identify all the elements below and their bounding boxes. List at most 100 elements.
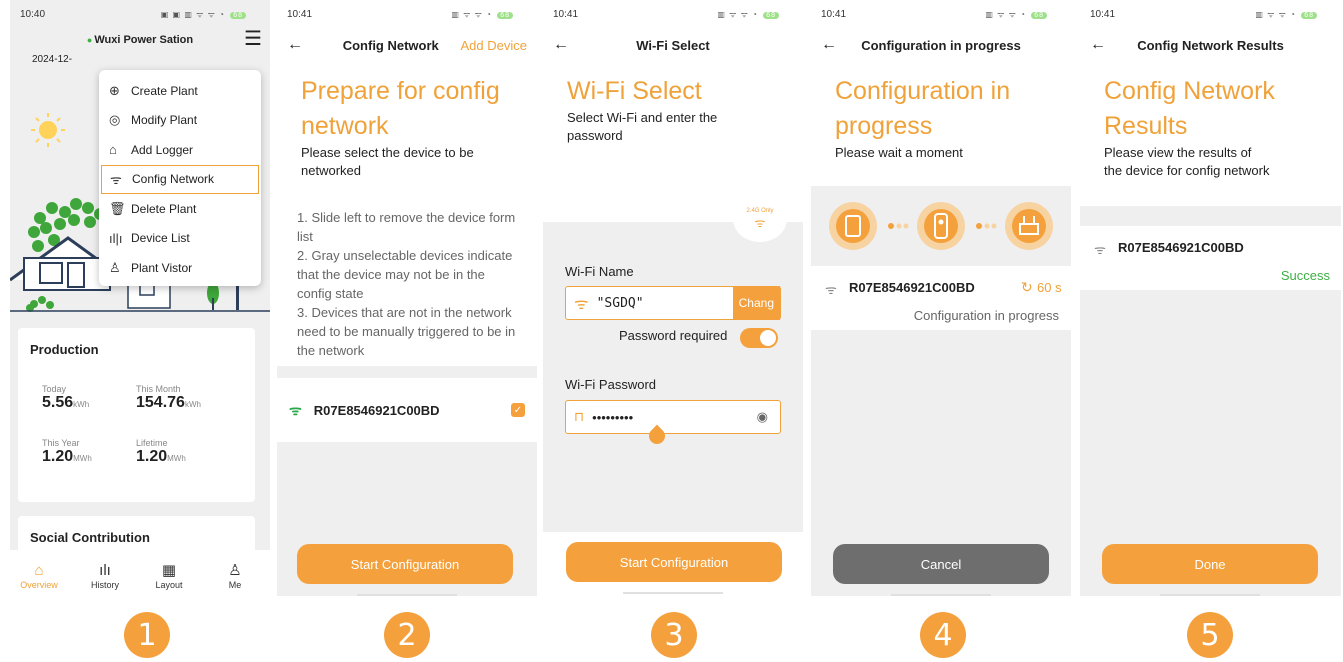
grid-icon: ▦ xyxy=(161,562,177,579)
device-id: R07E8546921C00BD xyxy=(849,280,975,295)
step-marker-3: 3 xyxy=(651,612,697,658)
wifi-icon: ᯤ xyxy=(110,172,122,188)
nav-header: ← Configuration in progress xyxy=(811,28,1071,62)
screen-configuration-progress: 10:41 ▥ ᯤ ᯤ ◔ 68 ← Configuration in prog… xyxy=(811,0,1071,596)
cancel-button[interactable]: Cancel xyxy=(833,544,1049,584)
status-icons: ▣ ▣ ▥ ᯤ ᯤ ◔ 68 xyxy=(161,9,246,20)
menu-item-modify-plant[interactable]: ◎ Modify Plant xyxy=(99,106,261,136)
sun-icon xyxy=(39,121,57,139)
status-bar: 10:41 ▥ ᯤ ᯤ ◔ 68 xyxy=(543,0,803,28)
device-row[interactable]: ᯤ R07E8546921C00BD ✓ xyxy=(277,378,537,442)
menu-item-device-list[interactable]: ıl|ı Device List xyxy=(99,224,261,254)
screen-config-results: 10:41 ▥ ᯤ ᯤ ◔ 68 ← Config Network Result… xyxy=(1080,0,1341,596)
page-subtitle: Please select the device to be networked xyxy=(301,145,474,178)
plus-circle-icon: ⊕ xyxy=(109,82,120,98)
menu-item-config-network[interactable]: ᯤ Config Network xyxy=(101,164,259,194)
status-bar: 10:41 ▥ ᯤ ᯤ ◔ 68 xyxy=(277,0,537,28)
menu-item-create-plant[interactable]: ⊕ Create Plant xyxy=(99,76,261,106)
instructions-text: 1. Slide left to remove the device form … xyxy=(277,196,537,366)
menu-item-delete-plant[interactable]: 🗑 Delete Plant xyxy=(99,194,261,224)
device-progress-row: ᯤ R07E8546921C00BD ↻ 60 s Configuration … xyxy=(811,266,1071,330)
wifi-password-field[interactable]: ⊓ ••••••••• ◉ xyxy=(565,400,781,434)
tab-history[interactable]: ılı History xyxy=(80,562,130,590)
start-configuration-button[interactable]: Start Configuration xyxy=(297,544,513,584)
hamburger-menu-icon[interactable]: ☰ xyxy=(244,28,262,50)
result-status: Success xyxy=(1280,268,1330,283)
page-subtitle: Select Wi-Fi and enter the password xyxy=(567,110,718,143)
lock-icon: ⊓ xyxy=(574,409,585,424)
user-icon: ♙ xyxy=(228,562,242,579)
nav-title: Wi-Fi Select xyxy=(636,37,710,53)
plant-name[interactable]: Wuxi Power Sation xyxy=(94,34,193,46)
production-title: Production xyxy=(30,342,99,357)
back-arrow-icon[interactable]: ← xyxy=(1090,36,1118,54)
wifi-password-value: ••••••••• xyxy=(592,409,634,425)
signal-bars-icon: ıl|ı xyxy=(109,230,123,246)
nav-header: ← Wi-Fi Select xyxy=(543,28,803,62)
page-heading-line1: Configuration in xyxy=(835,77,1011,105)
step-marker-4: 4 xyxy=(920,612,966,658)
screen-prepare-config: 10:41 ▥ ᯤ ᯤ ◔ 68 ← Config Network Add De… xyxy=(277,0,537,596)
home-indicator xyxy=(1160,594,1260,596)
status-bar: 10:41 ▥ ᯤ ᯤ ◔ 68 xyxy=(1080,0,1341,28)
password-required-toggle[interactable] xyxy=(740,328,778,348)
page-heading-line1: Prepare for config xyxy=(301,77,500,105)
change-wifi-button[interactable]: Chang xyxy=(732,286,780,320)
step-marker-2: 2 xyxy=(384,612,430,658)
progress-illustration xyxy=(829,202,1053,250)
year-stat: This Year 1.20MWh xyxy=(42,438,92,465)
device-id: R07E8546921C00BD xyxy=(1118,240,1244,255)
device-checkbox[interactable]: ✓ xyxy=(511,403,525,417)
plant-header: ● Wuxi Power Sation ☰ xyxy=(10,28,270,52)
back-arrow-icon[interactable]: ← xyxy=(287,36,315,54)
back-arrow-icon[interactable]: ← xyxy=(553,36,581,54)
content-area: 1. Slide left to remove the device form … xyxy=(277,196,537,596)
nav-header: ← Config Network Add Device xyxy=(277,28,537,62)
nav-title: Configuration in progress xyxy=(861,37,1021,53)
nav-title: Config Network Results xyxy=(1137,37,1284,53)
home-indicator xyxy=(357,594,457,596)
done-button[interactable]: Done xyxy=(1102,544,1318,584)
screen-wifi-select: 10:41 ▥ ᯤ ᯤ ◔ 68 ← Wi-Fi Select Wi-Fi Se… xyxy=(543,0,803,596)
history-icon: ılı xyxy=(99,562,111,579)
tab-me[interactable]: ♙ Me xyxy=(210,562,260,590)
home-indicator xyxy=(891,594,991,596)
online-dot-icon: ● xyxy=(86,35,93,45)
screen-plant-overview: 10:40 ▣ ▣ ▥ ᯤ ᯤ ◔ 68 ● Wuxi Power Sation… xyxy=(10,0,270,596)
nav-header: ← Config Network Results xyxy=(1080,28,1341,62)
today-stat: Today 5.56kWh xyxy=(42,384,90,411)
router-icon: ⌂ xyxy=(109,142,117,158)
menu-item-plant-vistor[interactable]: ♙ Plant Vistor xyxy=(99,253,261,283)
lifetime-stat: Lifetime 1.20MWh xyxy=(136,438,186,465)
date-label[interactable]: 2024-12- xyxy=(10,54,270,65)
eye-icon[interactable]: ◉ xyxy=(757,409,768,425)
add-device-link[interactable]: Add Device xyxy=(461,38,527,53)
tab-overview[interactable]: ⌂ Overview xyxy=(14,562,64,590)
social-title: Social Contribution xyxy=(30,530,150,545)
status-bar: 10:41 ▥ ᯤ ᯤ ◔ 68 xyxy=(811,0,1071,28)
countdown: 60 s xyxy=(1037,280,1062,295)
page-heading-line2: network xyxy=(301,112,389,140)
wifi-name-value: "SGDQ" xyxy=(596,295,644,311)
wifi-icon: ᯤ xyxy=(289,401,302,418)
status-time: 10:40 xyxy=(20,8,46,20)
device-result-row: ᯤ R07E8546921C00BD Success xyxy=(1080,226,1341,290)
wifi-icon: ᯤ xyxy=(574,296,589,313)
settings-icon: ◎ xyxy=(109,112,121,128)
wifi-icon: ᯤ xyxy=(1094,242,1106,257)
status-bar: 10:40 ▣ ▣ ▥ ᯤ ᯤ ◔ 68 xyxy=(10,0,270,28)
password-required-label: Password required xyxy=(619,328,728,343)
start-configuration-button[interactable]: Start Configuration xyxy=(566,542,782,582)
user-icon: ♙ xyxy=(109,259,121,275)
step-marker-5: 5 xyxy=(1187,612,1233,658)
wifi-name-field[interactable]: ᯤ "SGDQ" Chang xyxy=(565,286,781,320)
menu-item-add-logger[interactable]: ⌂ Add Logger xyxy=(99,135,261,165)
page-heading-line1: Config Network xyxy=(1104,77,1275,105)
step-marker-1: 1 xyxy=(124,612,170,658)
home-icon: ⌂ xyxy=(34,562,44,579)
tab-layout[interactable]: ▦ Layout xyxy=(144,562,194,590)
plant-dropdown-menu: ⊕ Create Plant ◎ Modify Plant ⌂ Add Logger … xyxy=(99,70,261,286)
production-card: Production Today 5.56kWh This Month 154.… xyxy=(18,328,255,502)
page-subtitle: Please view the results of the device fo… xyxy=(1104,145,1270,178)
back-arrow-icon[interactable]: ← xyxy=(821,36,849,54)
